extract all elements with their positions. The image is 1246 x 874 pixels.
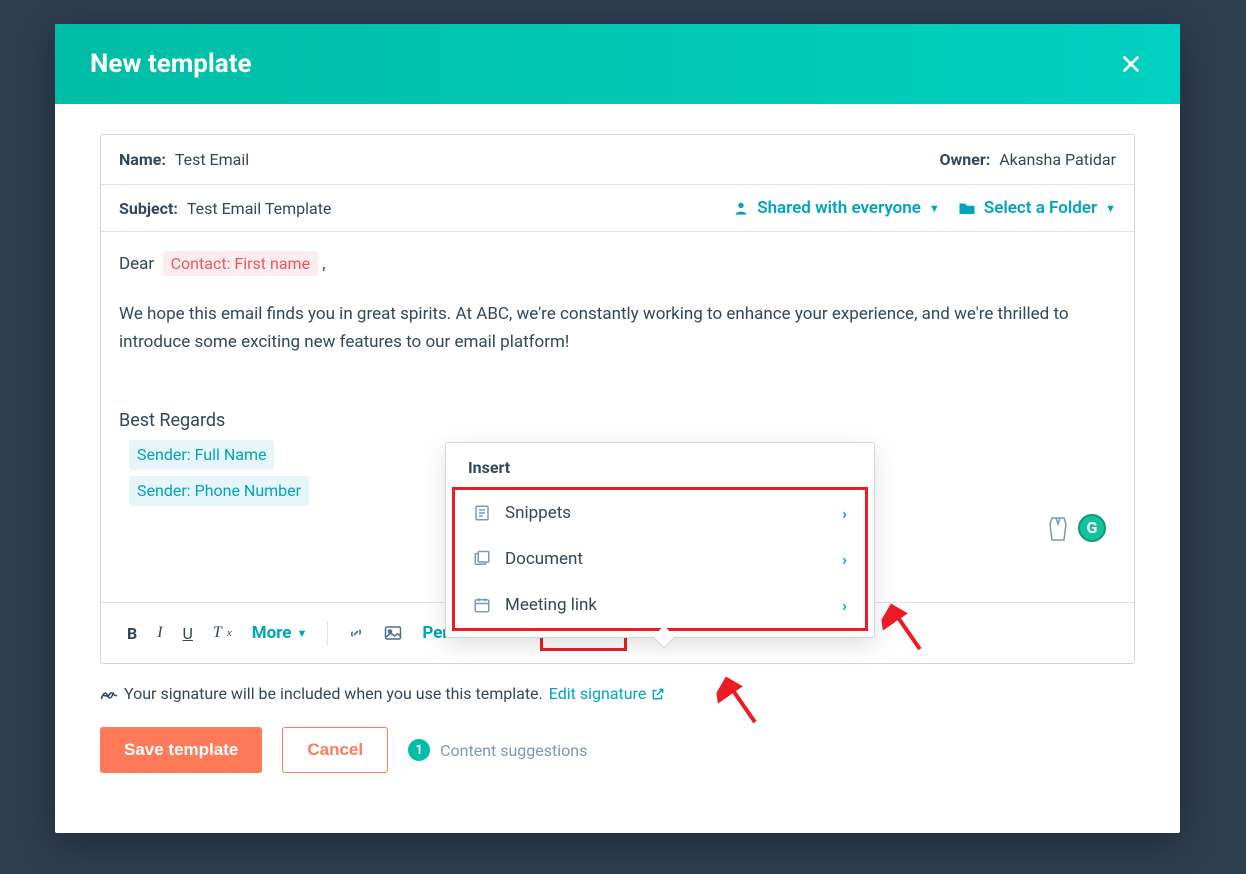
- shared-label: Shared with everyone: [757, 198, 921, 218]
- popup-title: Insert: [446, 443, 874, 487]
- modal-title: New template: [90, 49, 252, 79]
- content-suggestions[interactable]: 1 Content suggestions: [408, 739, 587, 761]
- contact-first-name-token[interactable]: Contact: First name: [163, 251, 318, 276]
- edit-signature-link[interactable]: Edit signature: [549, 684, 666, 703]
- editor-badges: G: [1046, 514, 1106, 542]
- sender-phone-token[interactable]: Sender: Phone Number: [129, 476, 309, 506]
- external-link-icon: [651, 687, 665, 701]
- calendar-icon: [473, 596, 491, 614]
- footer-actions: Save template Cancel 1 Content suggestio…: [100, 727, 1135, 803]
- suggestions-count-badge: 1: [408, 739, 430, 761]
- folder-label: Select a Folder: [984, 198, 1097, 218]
- person-icon: [733, 200, 749, 216]
- popup-item-snippets[interactable]: Snippets ›: [455, 490, 865, 536]
- modal-header: New template: [55, 24, 1180, 104]
- greeting-line: Dear Contact: First name ,: [119, 252, 1116, 278]
- italic-button[interactable]: I: [149, 620, 170, 646]
- close-icon: [1120, 53, 1142, 75]
- caret-down-icon: ▼: [1105, 202, 1116, 215]
- signature-note: Your signature will be included when you…: [100, 684, 1135, 703]
- image-button[interactable]: [376, 621, 410, 645]
- select-folder-dropdown[interactable]: Select a Folder ▼: [958, 198, 1116, 218]
- suggestions-label: Content suggestions: [440, 741, 587, 760]
- owner-label: Owner:: [939, 150, 990, 169]
- insert-popup: Insert Snippets › Document › Meeting: [445, 442, 875, 638]
- caret-down-icon: ▼: [929, 202, 940, 215]
- image-icon: [384, 625, 402, 641]
- subject-label: Subject:: [119, 199, 178, 218]
- more-dropdown[interactable]: More ▼: [244, 619, 316, 647]
- dear-text: Dear: [119, 254, 154, 274]
- shared-with-dropdown[interactable]: Shared with everyone ▼: [733, 198, 940, 218]
- link-button[interactable]: [340, 621, 372, 645]
- body-paragraph: We hope this email finds you in great sp…: [119, 300, 1116, 358]
- folder-icon: [958, 200, 976, 216]
- cancel-button[interactable]: Cancel: [282, 727, 388, 773]
- owner-value: Akansha Patidar: [999, 150, 1116, 169]
- underline-button[interactable]: U: [175, 620, 201, 647]
- more-label: More: [252, 623, 292, 643]
- popup-item-label: Document: [505, 549, 583, 569]
- document-icon: [473, 550, 491, 568]
- new-template-modal: New template Name: Test Email Owner: Aka…: [55, 24, 1180, 833]
- comma: ,: [322, 254, 325, 274]
- link-icon: [348, 625, 364, 641]
- edit-signature-label: Edit signature: [549, 684, 647, 703]
- snippets-icon: [473, 504, 491, 522]
- bold-button[interactable]: B: [119, 620, 145, 647]
- signature-text: Your signature will be included when you…: [124, 684, 543, 703]
- popup-item-meeting[interactable]: Meeting link ›: [455, 582, 865, 628]
- close-button[interactable]: [1117, 50, 1145, 78]
- save-template-button[interactable]: Save template: [100, 727, 262, 773]
- name-label: Name:: [119, 150, 166, 169]
- owner-field: Owner: Akansha Patidar: [939, 150, 1116, 169]
- chevron-right-icon: ›: [842, 504, 847, 523]
- subject-actions: Shared with everyone ▼ Select a Folder ▼: [733, 198, 1116, 218]
- grammarly-icon[interactable]: G: [1078, 514, 1106, 542]
- regards-text: Best Regards: [119, 407, 1116, 434]
- caret-down-icon: ▼: [296, 627, 307, 640]
- toolbar-separator: [327, 621, 328, 645]
- name-row: Name: Test Email Owner: Akansha Patidar: [101, 135, 1134, 185]
- signature-icon: [100, 686, 118, 702]
- clear-format-button[interactable]: Tx: [205, 620, 240, 646]
- suit-icon[interactable]: [1046, 514, 1070, 542]
- popup-items: Snippets › Document › Meeting link ›: [452, 487, 868, 631]
- popup-item-label: Meeting link: [505, 595, 597, 615]
- popup-item-label: Snippets: [505, 503, 571, 523]
- name-value: Test Email: [175, 150, 249, 169]
- chevron-right-icon: ›: [842, 550, 847, 569]
- chevron-right-icon: ›: [842, 596, 847, 615]
- popup-item-document[interactable]: Document ›: [455, 536, 865, 582]
- subject-value: Test Email Template: [187, 199, 332, 218]
- name-field[interactable]: Name: Test Email: [119, 150, 249, 169]
- subject-row: Subject: Test Email Template Shared with…: [101, 185, 1134, 232]
- sender-full-name-token[interactable]: Sender: Full Name: [129, 440, 274, 470]
- subject-field[interactable]: Subject: Test Email Template: [119, 199, 331, 218]
